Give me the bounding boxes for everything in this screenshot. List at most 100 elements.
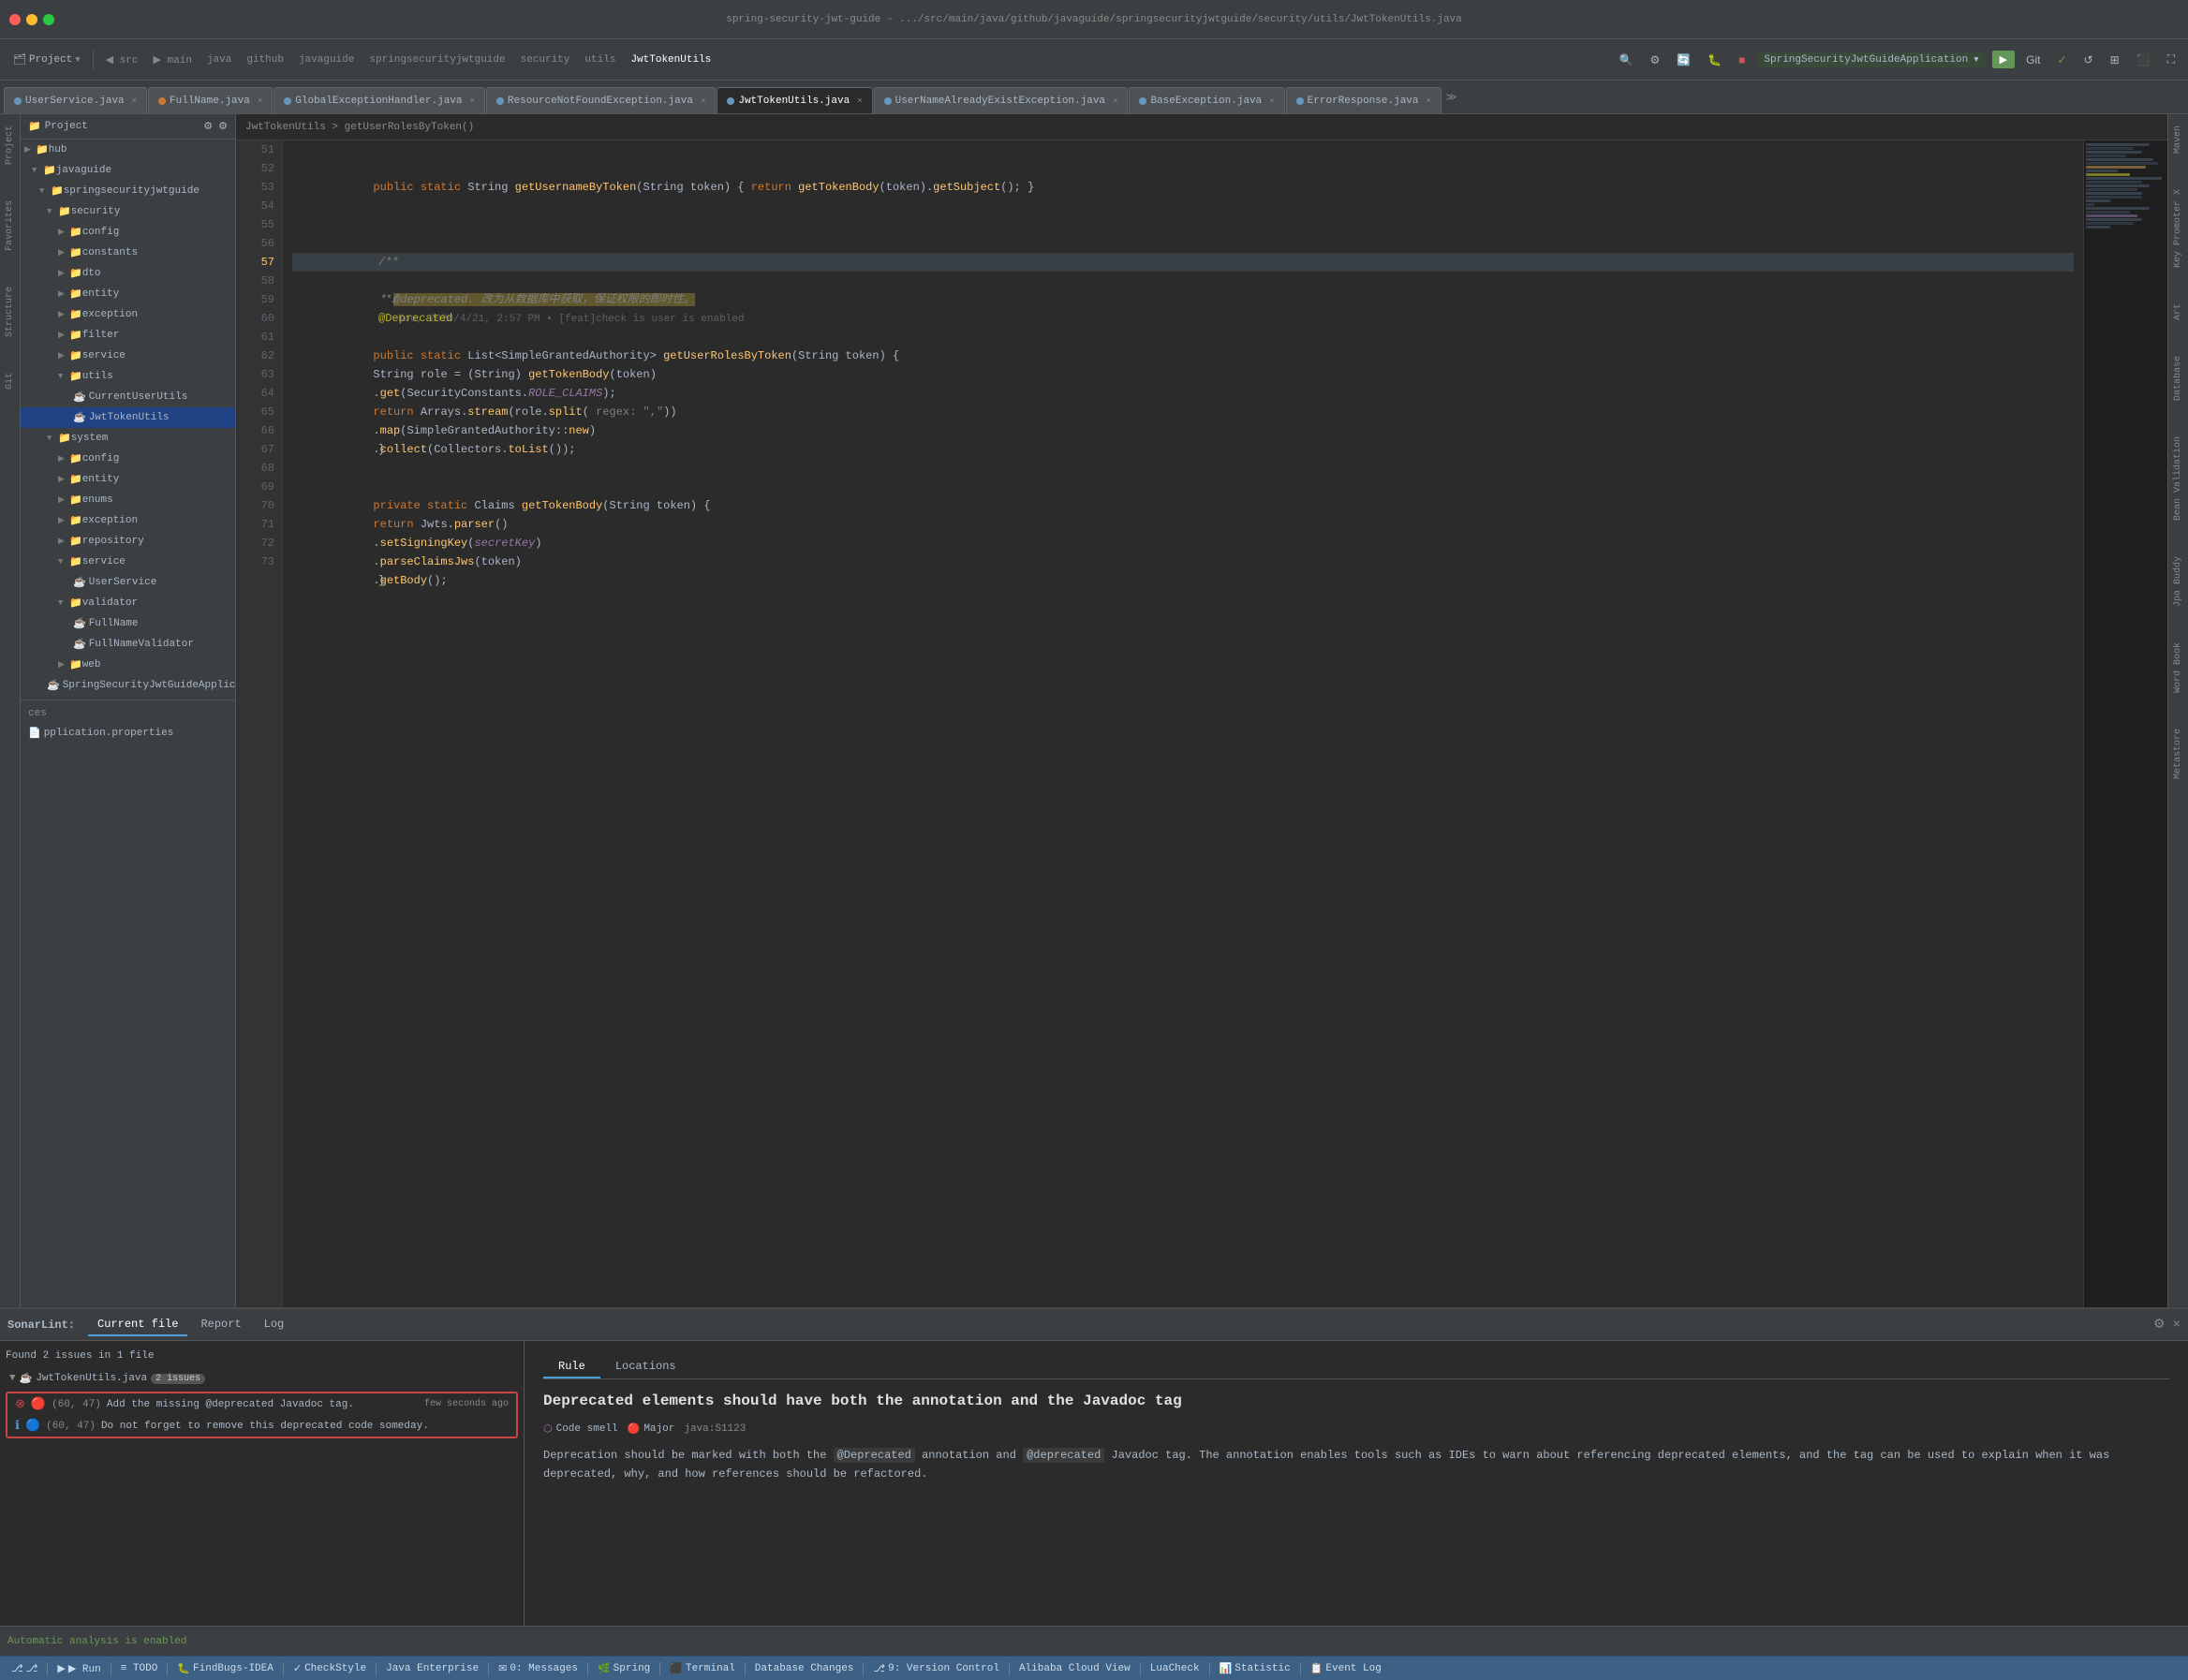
tree-item-dto[interactable]: ▶ 📁 dto <box>21 263 235 284</box>
run-config-selector[interactable]: SpringSecurityJwtGuideApplication ▼ <box>1756 52 1986 67</box>
nav-security[interactable]: security <box>515 52 576 67</box>
tree-item-filter[interactable]: ▶ 📁 filter <box>21 325 235 346</box>
close-panel-icon[interactable]: × <box>2173 1318 2181 1333</box>
tree-item-hub[interactable]: ▶ 📁 hub <box>21 140 235 160</box>
tree-item-service-security[interactable]: ▶ 📁 service <box>21 346 235 366</box>
tab-globalexception[interactable]: GlobalExceptionHandler.java × <box>274 87 485 113</box>
nav-java[interactable]: java <box>201 52 237 67</box>
tree-item-fullname[interactable]: ☕ FullName <box>21 613 235 634</box>
tab-current-file[interactable]: Current file <box>88 1314 187 1336</box>
tree-item-constants[interactable]: ▶ 📁 constants <box>21 243 235 263</box>
issue-item-1[interactable]: ⊗ 🔴 (60, 47) Add the missing @deprecated… <box>7 1393 516 1415</box>
nav-main[interactable]: ▶ main <box>147 52 197 68</box>
nav-springsecurity[interactable]: springsecurityjwtguide <box>363 52 510 67</box>
minimize-button[interactable] <box>26 14 37 25</box>
tab-baseexception[interactable]: BaseException.java × <box>1129 87 1284 113</box>
status-event-log[interactable]: 📋 Event Log <box>1307 1662 1385 1675</box>
tree-item-springsecurity[interactable]: ▼ 📁 springsecurityjwtguide <box>21 181 235 201</box>
status-todo[interactable]: ≡ TODO <box>117 1663 162 1674</box>
tree-item-security[interactable]: ▼ 📁 security <box>21 201 235 222</box>
nav-src[interactable]: ◀ src <box>100 52 144 68</box>
nav-github[interactable]: github <box>241 52 289 67</box>
issue-item-2[interactable]: ℹ 🔵 (60, 47) Do not forget to remove thi… <box>7 1415 516 1437</box>
project-view-toggle[interactable]: 🗂 Project ▼ <box>7 52 86 68</box>
issue-file-header[interactable]: ▼ ☕ JwtTokenUtils.java 2 issues <box>6 1369 518 1388</box>
status-lua[interactable]: LuaCheck <box>1146 1663 1204 1674</box>
window-controls[interactable] <box>9 14 54 25</box>
tree-item-utils[interactable]: ▼ 📁 utils <box>21 366 235 387</box>
layout-btn[interactable]: ⊞ <box>2105 51 2125 69</box>
git-btn[interactable]: Git <box>2020 51 2046 69</box>
tree-item-service2[interactable]: ▼ 📁 service <box>21 552 235 572</box>
stop-btn[interactable]: ■ <box>1733 51 1751 69</box>
tree-item-enums[interactable]: ▶ 📁 enums <box>21 490 235 510</box>
status-findbugs[interactable]: 🐛 FindBugs-IDEA <box>173 1662 277 1675</box>
tree-item-fullnamevalidator[interactable]: ☕ FullNameValidator <box>21 634 235 655</box>
settings-gear-icon[interactable]: ⚙ <box>2153 1317 2166 1333</box>
right-tab-maven[interactable]: Maven <box>2171 122 2185 157</box>
tree-item-jwttokenutils[interactable]: ☕ JwtTokenUtils <box>21 407 235 428</box>
tab-jwttoken[interactable]: JwtTokenUtils.java × <box>717 87 872 113</box>
status-statistic[interactable]: 📊 Statistic <box>1216 1662 1294 1675</box>
debug-btn[interactable]: 🐛 <box>1702 51 1727 69</box>
tree-item-config2[interactable]: ▶ 📁 config <box>21 449 235 469</box>
tree-item-currentuserutils[interactable]: ☕ CurrentUserUtils <box>21 387 235 407</box>
status-run[interactable]: ▶ ▶ Run <box>53 1662 104 1675</box>
refresh-btn[interactable]: 🔄 <box>1671 51 1696 69</box>
tab-usernamealreadyexist[interactable]: UserNameAlreadyExistException.java × <box>874 87 1129 113</box>
status-checkstyle[interactable]: ✓ CheckStyle <box>289 1662 370 1675</box>
tab-fullname[interactable]: FullName.java × <box>148 87 273 113</box>
history-btn[interactable]: ↺ <box>2078 51 2099 69</box>
status-spring[interactable]: 🌿 Spring <box>594 1662 654 1675</box>
tree-item-exception[interactable]: ▶ 📁 exception <box>21 304 235 325</box>
sidebar-settings-btn[interactable]: ⚙ <box>218 120 228 133</box>
tree-item-system[interactable]: ▼ 📁 system <box>21 428 235 449</box>
status-database[interactable]: Database Changes <box>751 1663 858 1674</box>
left-tab-project[interactable]: Project <box>3 122 17 169</box>
tree-item-web[interactable]: ▶ 📁 web <box>21 655 235 675</box>
close-button[interactable] <box>9 14 21 25</box>
tree-item-exception2[interactable]: ▶ 📁 exception <box>21 510 235 531</box>
nav-jwt[interactable]: JwtTokenUtils <box>625 52 717 67</box>
more-tabs-btn[interactable]: ≫ <box>1446 91 1457 104</box>
settings-btn[interactable]: ⚙ <box>1644 51 1665 69</box>
right-tab-database[interactable]: Database <box>2171 352 2185 405</box>
status-messages[interactable]: ✉ 0: Messages <box>495 1662 582 1675</box>
rule-tab-rule[interactable]: Rule <box>543 1356 600 1378</box>
right-tab-keypromoter[interactable]: Key Promoter X <box>2171 185 2185 272</box>
left-tab-structure[interactable]: Structure <box>3 283 17 341</box>
tree-item-ces[interactable]: ces <box>21 704 235 723</box>
tab-resourcenotfound[interactable]: ResourceNotFoundException.java × <box>486 87 716 113</box>
code-editor[interactable]: 51 52 53 54 55 56 57 58 59 60 61 62 63 6… <box>236 140 2167 1307</box>
status-alibaba[interactable]: Alibaba Cloud View <box>1015 1663 1134 1674</box>
nav-utils[interactable]: utils <box>579 52 621 67</box>
tree-item-springapp[interactable]: ☕ SpringSecurityJwtGuideApplication <box>21 675 235 696</box>
right-tab-bean[interactable]: Bean Validation <box>2171 433 2185 524</box>
run-button[interactable]: ▶ <box>1992 51 2015 68</box>
tree-item-validator[interactable]: ▼ 📁 validator <box>21 593 235 613</box>
left-tab-favorites[interactable]: Favorites <box>3 197 17 255</box>
code-content[interactable]: public static String getUsernameByToken(… <box>283 140 2083 1307</box>
right-tab-jpa[interactable]: Jpa Buddy <box>2171 553 2185 611</box>
tree-item-entity2[interactable]: ▶ 📁 entity <box>21 469 235 490</box>
rule-tab-locations[interactable]: Locations <box>600 1356 691 1378</box>
terminal-btn[interactable]: ⬛ <box>2131 51 2156 69</box>
checkmark-btn[interactable]: ✓ <box>2051 51 2072 69</box>
tab-log[interactable]: Log <box>255 1314 294 1336</box>
tree-item-userservice[interactable]: ☕ UserService <box>21 572 235 593</box>
left-tab-git[interactable]: Git <box>3 369 17 393</box>
search-everywhere-btn[interactable]: 🔍 <box>1614 51 1639 69</box>
maximize-button[interactable] <box>43 14 54 25</box>
tree-item-entity[interactable]: ▶ 📁 entity <box>21 284 235 304</box>
tree-item-config[interactable]: ▶ 📁 config <box>21 222 235 243</box>
right-tab-wordbook[interactable]: Word Book <box>2171 639 2185 697</box>
nav-javaguide[interactable]: javaguide <box>293 52 360 67</box>
status-java-enterprise[interactable]: Java Enterprise <box>382 1663 482 1674</box>
fullscreen-btn[interactable]: ⛶ <box>2162 50 2181 69</box>
tree-item-repository[interactable]: ▶ 📁 repository <box>21 531 235 552</box>
right-tab-art[interactable]: Art <box>2171 300 2185 324</box>
tab-userservice[interactable]: UserService.java × <box>4 87 147 113</box>
status-git[interactable]: ⎇ ⎇ <box>7 1662 41 1675</box>
tab-errorresponse[interactable]: ErrorResponse.java × <box>1286 87 1441 113</box>
tree-item-properties[interactable]: 📄 pplication.properties <box>21 723 235 744</box>
